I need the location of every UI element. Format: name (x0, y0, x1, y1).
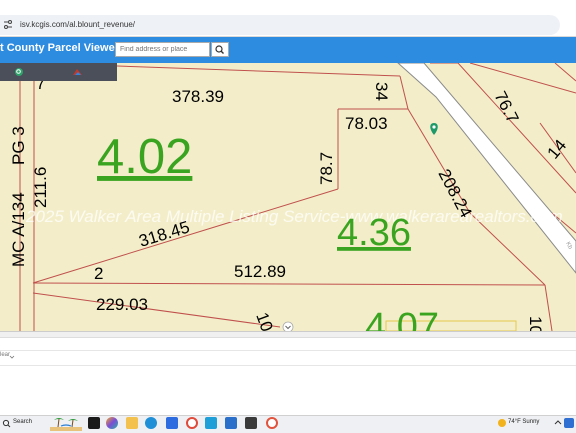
site-info-icon[interactable] (2, 19, 14, 31)
mail-icon[interactable] (205, 417, 217, 429)
store-icon[interactable] (166, 417, 178, 429)
chevron-down-icon (9, 355, 15, 359)
photos-icon[interactable] (245, 417, 257, 429)
dimension-label: 2 (94, 264, 103, 283)
results-panel (0, 337, 576, 416)
taskbar-search-box[interactable]: Search (13, 419, 32, 425)
chrome-icon[interactable] (186, 417, 198, 429)
word-icon[interactable] (225, 417, 237, 429)
map-tools-tab[interactable]: Map Tools (86, 0, 115, 18)
dimension-label: 211.6 (31, 167, 50, 208)
address-search-input[interactable] (115, 42, 210, 57)
dimension-label: 378.39 (172, 87, 224, 106)
parcel-label[interactable]: 4.02 (97, 130, 192, 184)
search-tools-icon (15, 68, 23, 76)
map-canvas[interactable]: 2025 Walker Area Multiple Listing Servic… (0, 63, 576, 331)
taskbar (0, 415, 576, 433)
parcel-boundaries (19, 63, 576, 331)
dimension-label: 10 (252, 310, 276, 331)
search-button[interactable] (211, 42, 229, 57)
tools-tab[interactable]: ols (0, 0, 9, 18)
file-explorer-icon[interactable] (126, 417, 138, 429)
panel-select-row (0, 350, 576, 366)
sun-weather-icon (498, 419, 506, 427)
weather-text[interactable]: 74°F Sunny (508, 419, 539, 425)
edge-icon[interactable] (145, 417, 157, 429)
collapse-arrow-icon[interactable] (282, 321, 294, 331)
map-label: MC A/134 (9, 192, 28, 267)
parcel-label[interactable]: 4.07 (365, 306, 439, 331)
dimension-label: 34 (372, 82, 391, 101)
parcel-label[interactable]: 4.36 (337, 212, 411, 254)
parcel-map: 2025 Walker Area Multiple Listing Servic… (9, 63, 576, 331)
beach-widget-icon[interactable] (50, 416, 82, 431)
dimension-label: 76.7 (490, 88, 522, 126)
search-icon (215, 45, 224, 54)
dimension-label: 229.03 (96, 295, 148, 314)
search-tools-tab[interactable]: Search Tools (28, 0, 65, 18)
copilot-icon[interactable] (106, 417, 118, 429)
taskview-icon[interactable] (88, 417, 100, 429)
dimension-label: 78.7 (317, 152, 336, 185)
app-title: t County Parcel Viewer (0, 42, 120, 54)
dimension-label: 78.03 (345, 114, 388, 133)
url-text[interactable]: isv.kcgis.com/al.blount_revenue/ (20, 20, 135, 29)
map-watermark: 2025 Walker Area Multiple Listing Servic… (25, 207, 563, 226)
map-label: PG 3 (9, 126, 28, 165)
taskbar-search-icon (2, 419, 11, 428)
location-pin-icon[interactable] (430, 123, 438, 135)
dimension-label: 512.89 (234, 262, 286, 281)
map-tools-icon (73, 69, 82, 75)
chevron-up-icon[interactable] (554, 418, 562, 427)
tray-app-icon[interactable] (564, 418, 574, 428)
dimension-label: 10 (526, 316, 545, 331)
chrome-profile-icon[interactable] (266, 417, 278, 429)
